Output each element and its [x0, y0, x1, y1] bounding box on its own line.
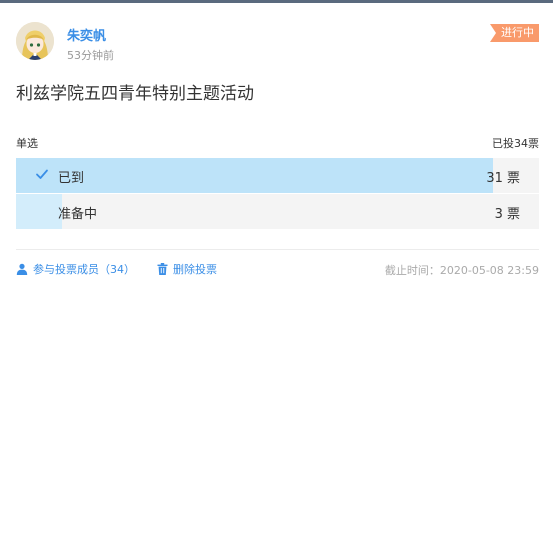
deadline-text: 截止时间：2020-05-08 23:59: [384, 264, 539, 277]
user-icon: [16, 263, 28, 275]
poll-members-link[interactable]: 参与投票成员（34）: [16, 261, 135, 277]
poll-option-1[interactable]: 已到 31 票: [16, 158, 539, 193]
delete-poll-label: 删除投票: [173, 263, 217, 276]
trash-icon: [157, 263, 168, 275]
poll-option-label: 已到: [58, 171, 85, 186]
poll-option-count: 31 票: [486, 171, 520, 186]
poll-option-count: 3 票: [494, 207, 520, 222]
poll-members-label: 参与投票成员（34）: [33, 263, 135, 276]
poll-option-label: 准备中: [58, 207, 98, 222]
post-time: 53分钟前: [67, 49, 114, 62]
top-bar: [0, 0, 553, 3]
poll-option-bar: [16, 158, 493, 193]
poll-type: 单选: [16, 137, 38, 150]
avatar[interactable]: [16, 22, 54, 60]
poll-total-votes: 已投34票: [492, 137, 539, 150]
poll-title: 利兹学院五四青年特别主题活动: [16, 84, 254, 104]
delete-poll-button[interactable]: 删除投票: [157, 261, 217, 277]
check-icon: [36, 169, 48, 179]
poll-option-bar: [16, 194, 63, 229]
poll-option-2[interactable]: 准备中 3 票: [16, 194, 539, 229]
author-name[interactable]: 朱奕帆: [67, 25, 106, 44]
status-badge: 进行中: [490, 24, 539, 42]
divider: [16, 249, 539, 250]
avatar-anime-icon: [16, 22, 54, 60]
